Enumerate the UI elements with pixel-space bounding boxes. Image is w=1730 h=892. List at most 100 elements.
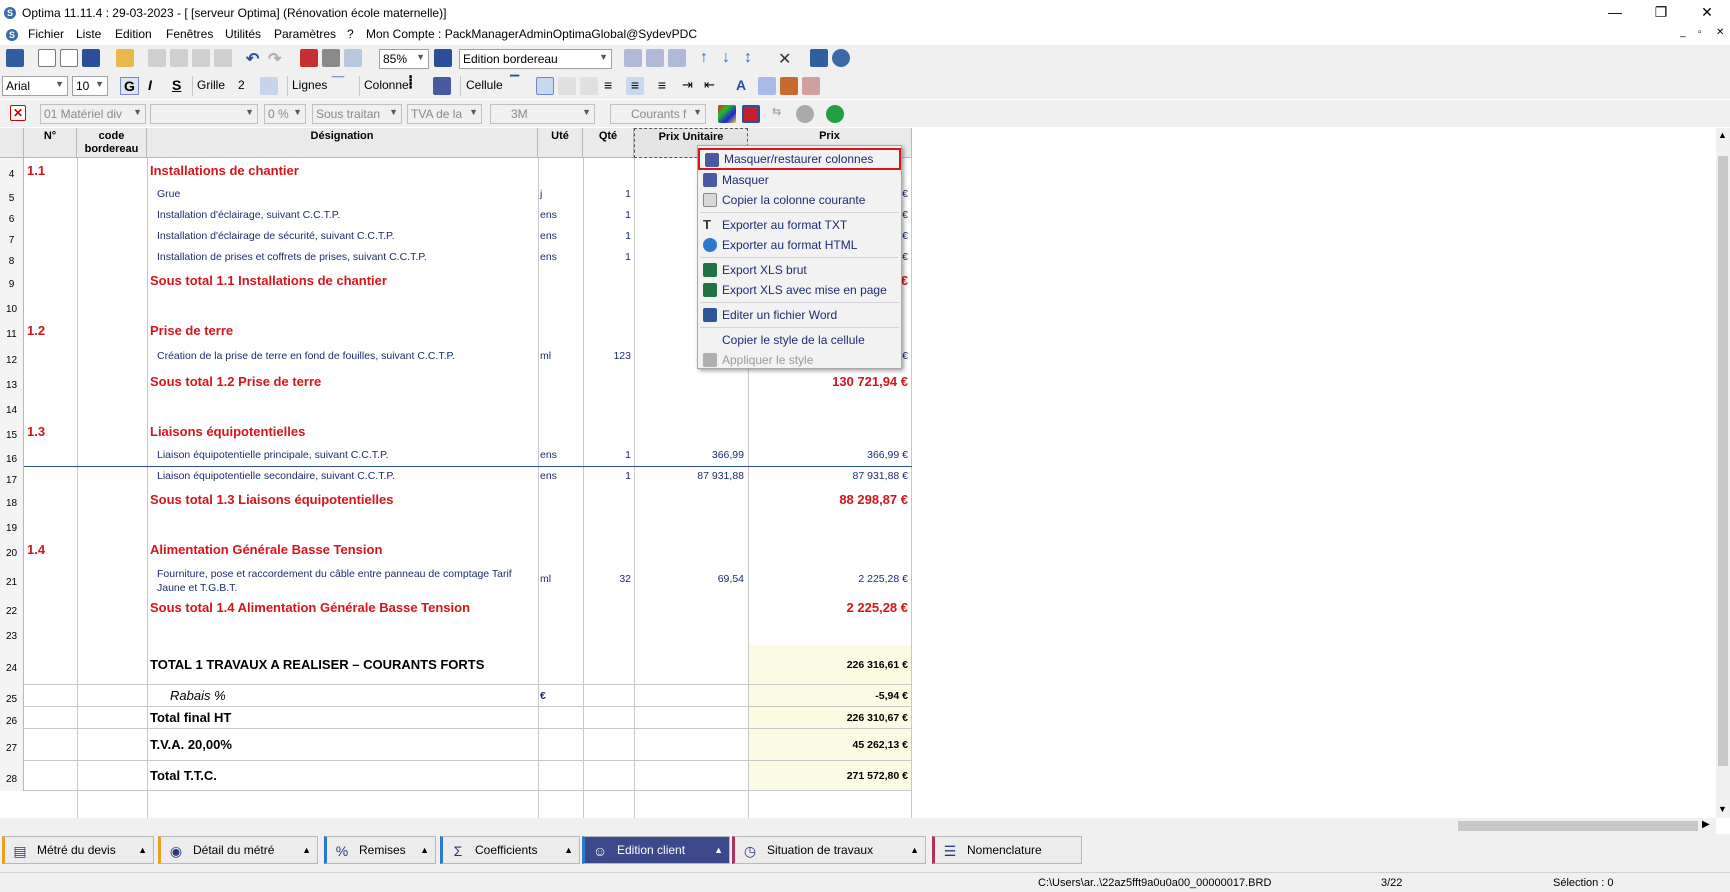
cell-qty[interactable]: 1	[585, 445, 631, 466]
grid-icon[interactable]	[260, 77, 278, 95]
menu-item-toggle-columns[interactable]: Masquer/restaurer colonnes	[698, 148, 901, 170]
cell-price[interactable]: 2 225,28 €	[750, 563, 908, 595]
cell-qty[interactable]: 1	[585, 226, 631, 247]
close-icon[interactable]: ✕	[10, 105, 26, 121]
scroll-down-icon[interactable]: ▼	[1718, 804, 1727, 814]
cell-unit[interactable]: j	[540, 184, 580, 205]
grid-value-input[interactable]: 2	[235, 76, 259, 96]
row-number[interactable]: 8	[0, 247, 24, 268]
font-color-icon[interactable]: A	[736, 77, 754, 95]
scroll-up-icon[interactable]: ▲	[1718, 130, 1727, 140]
cell-price[interactable]: 366,99 €	[750, 445, 908, 466]
cell-des[interactable]: Sous total 1.3 Liaisons équipotentielles	[150, 487, 535, 512]
move-up-icon[interactable]: ↑	[700, 49, 718, 67]
report-icon[interactable]	[668, 49, 686, 67]
caret-up-icon[interactable]: ▲	[910, 837, 919, 863]
tab-metre-devis[interactable]: ▤ Métré du devis ▲	[2, 836, 154, 864]
cell-unit[interactable]: ens	[540, 247, 580, 268]
cell-des[interactable]: Liaisons équipotentielles	[150, 419, 530, 445]
row-number[interactable]: 15	[0, 419, 24, 445]
cell-des[interactable]: Grue	[157, 184, 537, 205]
material-select[interactable]: 01 Matériel div ▼	[40, 104, 146, 124]
tab-remises[interactable]: % Remises ▲	[324, 836, 436, 864]
cell-des[interactable]: Rabais %	[170, 685, 530, 707]
column-settings-icon[interactable]	[433, 77, 451, 95]
close-window-button[interactable]: ✕	[1684, 0, 1730, 26]
row-number[interactable]: 26	[0, 707, 24, 729]
windows-icon[interactable]	[6, 49, 24, 67]
mdi-restore-icon[interactable]: ▫	[1698, 27, 1702, 38]
windows-cascade-icon[interactable]	[810, 49, 828, 67]
cell-des[interactable]: Sous total 1.2 Prise de terre	[150, 369, 535, 394]
view-select[interactable]: Edition bordereau ▼	[459, 49, 612, 69]
cell-unit[interactable]: ens	[540, 466, 580, 487]
cell-des[interactable]: Liaison équipotentielle principale, suiv…	[157, 445, 537, 466]
menu-edition[interactable]: Edition	[115, 27, 152, 41]
horizontal-scrollbar[interactable]: ▶	[0, 818, 1716, 834]
row-number[interactable]: 24	[0, 645, 24, 685]
lines-style-icon[interactable]: ‾‾‾	[332, 75, 344, 89]
subcontract-select[interactable]: Sous traitan ▼	[312, 104, 402, 124]
row-number[interactable]: 16	[0, 445, 24, 466]
color-grid-icon[interactable]	[718, 105, 736, 123]
cell-des[interactable]: Sous total 1.1 Installations de chantier	[150, 268, 535, 293]
menu-item-export-html[interactable]: Exporter au format HTML	[698, 235, 901, 255]
font-size-select[interactable]: 10 ▼	[72, 76, 108, 96]
row-number[interactable]: 27	[0, 729, 24, 761]
optima-icon[interactable]	[832, 49, 850, 67]
cell-des[interactable]: Installation d'éclairage, suivant C.C.T.…	[157, 205, 537, 226]
menu-item-export-xls-formatted[interactable]: Export XLS avec mise en page	[698, 280, 901, 300]
cell-des[interactable]: Total final HT	[150, 707, 535, 729]
cell-des2[interactable]: Jaune et T.G.B.T.	[157, 581, 537, 595]
cell-des[interactable]: Liaison équipotentielle secondaire, suiv…	[157, 466, 537, 487]
cell-des[interactable]: Fourniture, pose et raccordement du câbl…	[157, 567, 537, 581]
swap-icon[interactable]: ⇆	[772, 105, 790, 123]
row-number[interactable]: 19	[0, 512, 24, 537]
column-style-icon[interactable]: ┋	[407, 75, 414, 89]
cell-des[interactable]: T.V.A. 20,00%	[150, 729, 535, 761]
cell-price[interactable]: 88 298,87 €	[750, 487, 908, 512]
caret-up-icon[interactable]: ▲	[138, 837, 147, 863]
menu-fichier[interactable]: Fichier	[28, 27, 64, 41]
cell-price[interactable]: 87 931,88 €	[750, 466, 908, 487]
header-designation[interactable]: Désignation	[147, 128, 538, 158]
cell-unit[interactable]: ml	[540, 344, 580, 369]
scroll-right-icon[interactable]: ▶	[1702, 819, 1710, 830]
row-number[interactable]: 13	[0, 369, 24, 394]
header-qty[interactable]: Qté	[583, 128, 634, 158]
row-number[interactable]: 11	[0, 318, 24, 344]
tab-coefficients[interactable]: Σ Coefficients ▲	[440, 836, 580, 864]
cell-price[interactable]: 130 721,94 €	[750, 369, 908, 394]
header-unit[interactable]: Uté	[538, 128, 583, 158]
cut-icon[interactable]	[148, 49, 166, 67]
mdi-minimize-icon[interactable]: _	[1680, 27, 1686, 38]
menu-item-export-xls[interactable]: Export XLS brut	[698, 260, 901, 280]
cell-des[interactable]: Installation d'éclairage de sécurité, su…	[157, 226, 537, 247]
cell-des[interactable]: Total T.T.C.	[150, 761, 535, 791]
font-select[interactable]: Arial ▼	[2, 76, 68, 96]
cell-price[interactable]: 226 316,61 €	[750, 645, 908, 685]
vertical-scrollbar[interactable]: ▲ ▼	[1716, 128, 1730, 818]
outdent-icon[interactable]: ⇤	[704, 77, 722, 95]
vertical-scroll-thumb[interactable]	[1718, 156, 1728, 766]
export-icon[interactable]	[624, 49, 642, 67]
row-number[interactable]: 23	[0, 620, 24, 645]
border-top-icon[interactable]	[536, 77, 554, 95]
menu-item-copy-column[interactable]: Copier la colonne courante	[698, 190, 901, 210]
caret-up-icon[interactable]: ▲	[714, 837, 723, 863]
row-number[interactable]: 28	[0, 761, 24, 791]
settings-icon[interactable]	[796, 105, 814, 123]
menu-help[interactable]: ?	[347, 27, 354, 41]
sync-icon[interactable]	[646, 49, 664, 67]
caret-up-icon[interactable]: ▲	[564, 837, 573, 863]
border-middle-icon[interactable]	[558, 77, 576, 95]
cell-num[interactable]: 1.2	[27, 318, 75, 344]
row-number[interactable]: 10	[0, 293, 24, 318]
refresh-icon[interactable]	[826, 105, 844, 123]
row-number[interactable]: 18	[0, 487, 24, 512]
align-right-icon[interactable]: ≡	[648, 77, 666, 95]
cell-price[interactable]: -5,94 €	[750, 685, 908, 707]
clear-format-icon[interactable]	[802, 77, 820, 95]
paste-icon[interactable]	[192, 49, 210, 67]
border-bottom-icon[interactable]	[580, 77, 598, 95]
